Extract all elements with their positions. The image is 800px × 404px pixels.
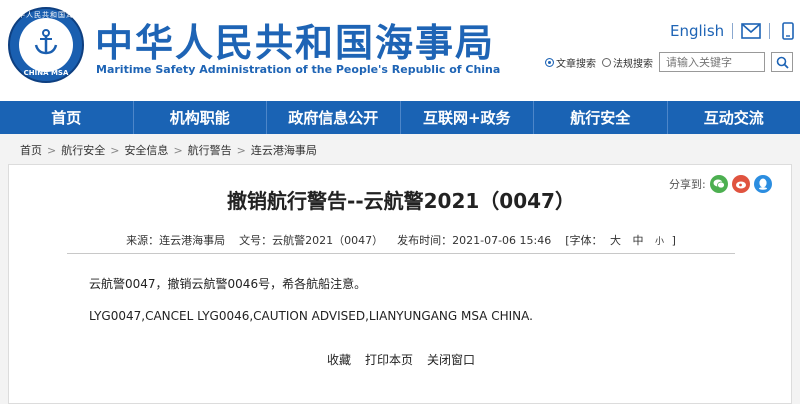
radio-article-search[interactable]: 文章搜索 (545, 55, 596, 70)
nav-navigation-safety[interactable]: 航行安全 (534, 101, 668, 134)
breadcrumb-item[interactable]: 连云港海事局 (251, 142, 317, 158)
radio-dot[interactable] (602, 57, 611, 67)
font-size-small[interactable]: 小 (655, 237, 664, 247)
nav-internet-services[interactable]: 互联网+政务 (401, 101, 534, 134)
radio-label: 法规搜索 (613, 58, 653, 70)
article-paragraph-en: LYG0047,CANCEL LYG0046,CAUTION ADVISED,L… (89, 309, 533, 323)
logo-emblem (19, 18, 73, 72)
radio-dot[interactable] (545, 57, 554, 67)
article-title: 撤销航行警告--云航警2021（0047） (227, 189, 575, 213)
site-subtitle: Maritime Safety Administration of the Pe… (96, 63, 501, 76)
site-header: 中华人民共和国海事局 CHINA MSA 中华人民共和国海事局 Maritime… (0, 0, 800, 101)
article-publish-time: 发布时间：2021-07-06 15:46 (397, 234, 552, 247)
nav-gov-info[interactable]: 政府信息公开 (267, 101, 401, 134)
breadcrumb-separator: > (47, 143, 57, 157)
article-meta: 来源：连云港海事局 文号：云航警2021（0047） 发布时间：2021-07-… (9, 232, 793, 248)
breadcrumb-item[interactable]: 航行安全 (61, 142, 105, 158)
phone-icon[interactable] (778, 22, 798, 40)
font-size-label: [字体： (565, 234, 603, 247)
search-button[interactable] (771, 52, 793, 72)
logo-bottom-text: CHINA MSA (23, 69, 69, 77)
breadcrumb-item[interactable]: 安全信息 (124, 142, 168, 158)
site-title[interactable]: 中华人民共和国海事局 (95, 12, 495, 67)
anchor-icon (34, 29, 58, 55)
breadcrumb-separator: > (110, 143, 120, 157)
close-window-link[interactable]: 关闭窗口 (427, 351, 475, 368)
radio-label: 文章搜索 (556, 58, 596, 70)
font-size-controls: [字体： 大 中 小 ] (565, 232, 676, 248)
article-source: 来源：连云港海事局 (126, 234, 226, 247)
english-link[interactable]: English (670, 22, 724, 40)
msa-logo[interactable]: 中华人民共和国海事局 CHINA MSA (8, 7, 84, 83)
font-size-end: ] (671, 234, 676, 247)
divider (732, 23, 734, 39)
top-links: English (670, 22, 798, 40)
article-actions: 收藏 打印本页 关闭窗口 (9, 351, 793, 368)
article-doc-number: 文号：云航警2021（0047） (239, 234, 384, 247)
nav-functions[interactable]: 机构职能 (134, 101, 267, 134)
article-panel: 分享到: 撤销航行警告--云航警2021（0047） 来源：连云港海事局 文号：… (8, 164, 792, 404)
search-input[interactable] (659, 52, 765, 72)
divider (769, 23, 771, 39)
article-paragraph-cn: 云航警0047，撤销云航警0046号，希各航船注意。 (89, 277, 367, 291)
breadcrumb-item[interactable]: 首页 (20, 142, 42, 158)
divider-line (67, 253, 735, 254)
search-icon (776, 56, 789, 69)
font-size-medium[interactable]: 中 (633, 234, 644, 247)
nav-home[interactable]: 首页 (0, 101, 134, 134)
breadcrumb-separator: > (173, 143, 183, 157)
breadcrumb: 首页 > 航行安全 > 安全信息 > 航行警告 > 连云港海事局 (0, 136, 800, 164)
print-link[interactable]: 打印本页 (365, 351, 413, 368)
breadcrumb-separator: > (236, 143, 246, 157)
search-bar: 文章搜索 法规搜索 (545, 52, 793, 72)
font-size-large[interactable]: 大 (610, 234, 621, 247)
nav-interaction[interactable]: 互动交流 (668, 101, 800, 134)
breadcrumb-item[interactable]: 航行警告 (188, 142, 232, 158)
main-nav: 首页 机构职能 政府信息公开 互联网+政务 航行安全 互动交流 (0, 101, 800, 134)
radio-regulation-search[interactable]: 法规搜索 (602, 55, 653, 70)
mail-icon[interactable] (741, 22, 761, 40)
favorite-link[interactable]: 收藏 (327, 351, 351, 368)
